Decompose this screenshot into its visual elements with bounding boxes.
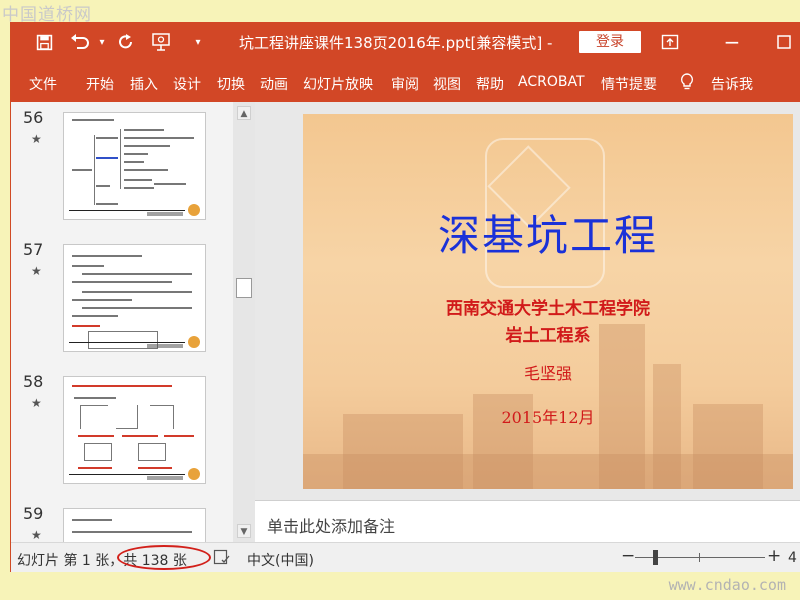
slide-author: 毛坚强	[523, 364, 572, 383]
animation-star-icon: ★	[31, 264, 42, 278]
slide-editing-area: 深基坑工程 西南交通大学土木工程学院 岩土工程系 毛坚强 2015年12月	[255, 102, 800, 500]
notes-pane[interactable]: 单击此处添加备注	[255, 500, 800, 542]
tab-slideshow[interactable]: 幻灯片放映	[303, 74, 373, 94]
ribbon-tabs: 文件 开始 插入 设计 切换 动画 幻灯片放映 审阅 视图 帮助 ACROBAT…	[11, 62, 800, 102]
title-bar: ▾ ▾ 坑工程讲座课件138页2016年.ppt[兼容模式] - 登录 −	[11, 22, 800, 62]
tab-animations[interactable]: 动画	[260, 74, 288, 94]
zoom-level[interactable]: 4	[788, 550, 797, 566]
slide-number: 57	[23, 240, 44, 259]
highlight-oval	[117, 545, 211, 570]
watermark-bottom: www.cndao.com	[668, 576, 786, 594]
slide-thumbnail-59[interactable]	[63, 508, 206, 542]
scroll-down-icon[interactable]: ▼	[237, 524, 251, 538]
slide-thumbnail-57[interactable]	[63, 244, 206, 352]
tab-help[interactable]: 帮助	[476, 74, 504, 94]
tab-insert[interactable]: 插入	[130, 74, 158, 94]
slide-number: 58	[23, 372, 44, 391]
slide-number: 59	[23, 504, 44, 523]
tab-storyboarding[interactable]: 情节提要	[601, 74, 657, 94]
lightbulb-icon	[679, 72, 695, 96]
zoom-out-button[interactable]: −	[621, 546, 635, 566]
slide-title: 深基坑工程	[437, 211, 658, 260]
zoom-slider-center-tick	[699, 553, 700, 562]
slide-date: 2015年12月	[501, 408, 595, 427]
slide-thumbnail-58[interactable]	[63, 376, 206, 484]
tab-acrobat[interactable]: ACROBAT	[518, 74, 585, 90]
tab-transitions[interactable]: 切换	[217, 74, 245, 94]
slide-thumbnail-56[interactable]	[63, 112, 206, 220]
animation-star-icon: ★	[31, 396, 42, 410]
tab-file[interactable]: 文件	[29, 74, 57, 94]
tab-design[interactable]: 设计	[173, 74, 201, 94]
slide-number: 56	[23, 108, 44, 127]
tab-view[interactable]: 视图	[433, 74, 461, 94]
thumbnail-scrollbar[interactable]: ▲ ▼	[233, 102, 255, 542]
scroll-up-icon[interactable]: ▲	[237, 106, 251, 120]
tab-review[interactable]: 审阅	[391, 74, 419, 94]
tell-me-search[interactable]: 告诉我	[711, 74, 753, 94]
present-from-start-icon[interactable]	[151, 31, 173, 53]
slide-subtitle-department: 岩土工程系	[505, 326, 591, 346]
spell-check-icon[interactable]	[213, 548, 231, 570]
zoom-in-button[interactable]: +	[767, 546, 781, 566]
customize-toolbar-icon[interactable]: ▾	[187, 31, 209, 53]
slide-thumbnail-pane[interactable]: 56 ★ 57 ★ 58 ★ 59 ★	[11, 102, 233, 542]
zoom-slider-knob[interactable]	[653, 550, 658, 565]
language-indicator[interactable]: 中文(中国)	[247, 550, 314, 570]
animation-star-icon: ★	[31, 132, 42, 146]
notes-placeholder: 单击此处添加备注	[267, 517, 396, 536]
undo-dropdown-icon[interactable]: ▾	[91, 31, 113, 53]
window-title: 坑工程讲座课件138页2016年.ppt[兼容模式] -	[239, 34, 553, 52]
maximize-icon[interactable]	[773, 31, 795, 53]
redo-icon[interactable]	[115, 31, 137, 53]
login-button[interactable]: 登录	[579, 31, 641, 53]
animation-star-icon: ★	[31, 528, 42, 542]
ribbon-display-options-icon[interactable]	[659, 31, 681, 53]
status-bar: 幻灯片 第 1 张，共 138 张 中文(中国) − + 4	[11, 542, 800, 572]
minimize-icon[interactable]: −	[721, 30, 743, 54]
save-icon[interactable]	[33, 31, 55, 53]
tab-home[interactable]: 开始	[86, 74, 114, 94]
undo-icon[interactable]	[69, 31, 91, 53]
current-slide[interactable]: 深基坑工程 西南交通大学土木工程学院 岩土工程系 毛坚强 2015年12月	[303, 114, 793, 489]
slide-subtitle-school: 西南交通大学土木工程学院	[446, 299, 650, 319]
scrollbar-thumb[interactable]	[236, 278, 252, 298]
powerpoint-window: ▾ ▾ 坑工程讲座课件138页2016年.ppt[兼容模式] - 登录 − 文件…	[10, 22, 800, 572]
